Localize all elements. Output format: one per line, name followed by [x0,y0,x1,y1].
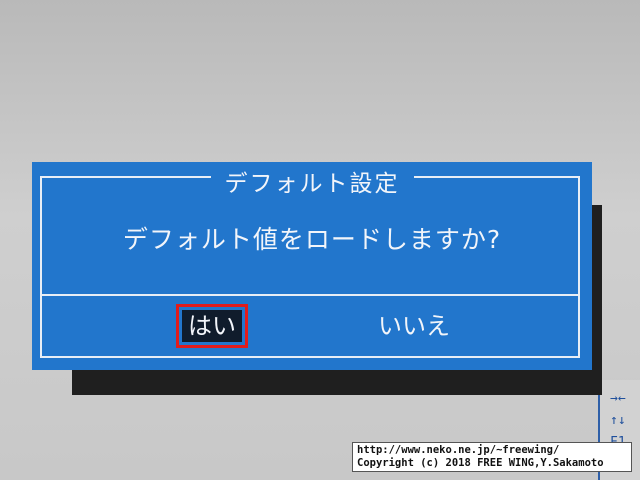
no-button[interactable]: いいえ [372,310,456,342]
dialog-title-text: デフォルト設定 [210,171,414,197]
dialog-divider [40,294,580,296]
yes-button[interactable]: はい [176,304,248,348]
dialog-title: デフォルト設定 [32,164,592,198]
load-defaults-dialog: デフォルト設定 デフォルト値をロードしますか? はい いいえ [32,162,592,370]
credit-url: http://www.neko.ne.jp/~freewing/ [357,444,560,456]
dialog-frame [40,176,580,358]
copyright-watermark: http://www.neko.ne.jp/~freewing/ Copyrig… [352,442,632,472]
credit-copyright: Copyright (c) 2018 FREE WING,Y.Sakamoto [357,457,604,469]
dialog-message: デフォルト値をロードしますか? [122,225,502,254]
